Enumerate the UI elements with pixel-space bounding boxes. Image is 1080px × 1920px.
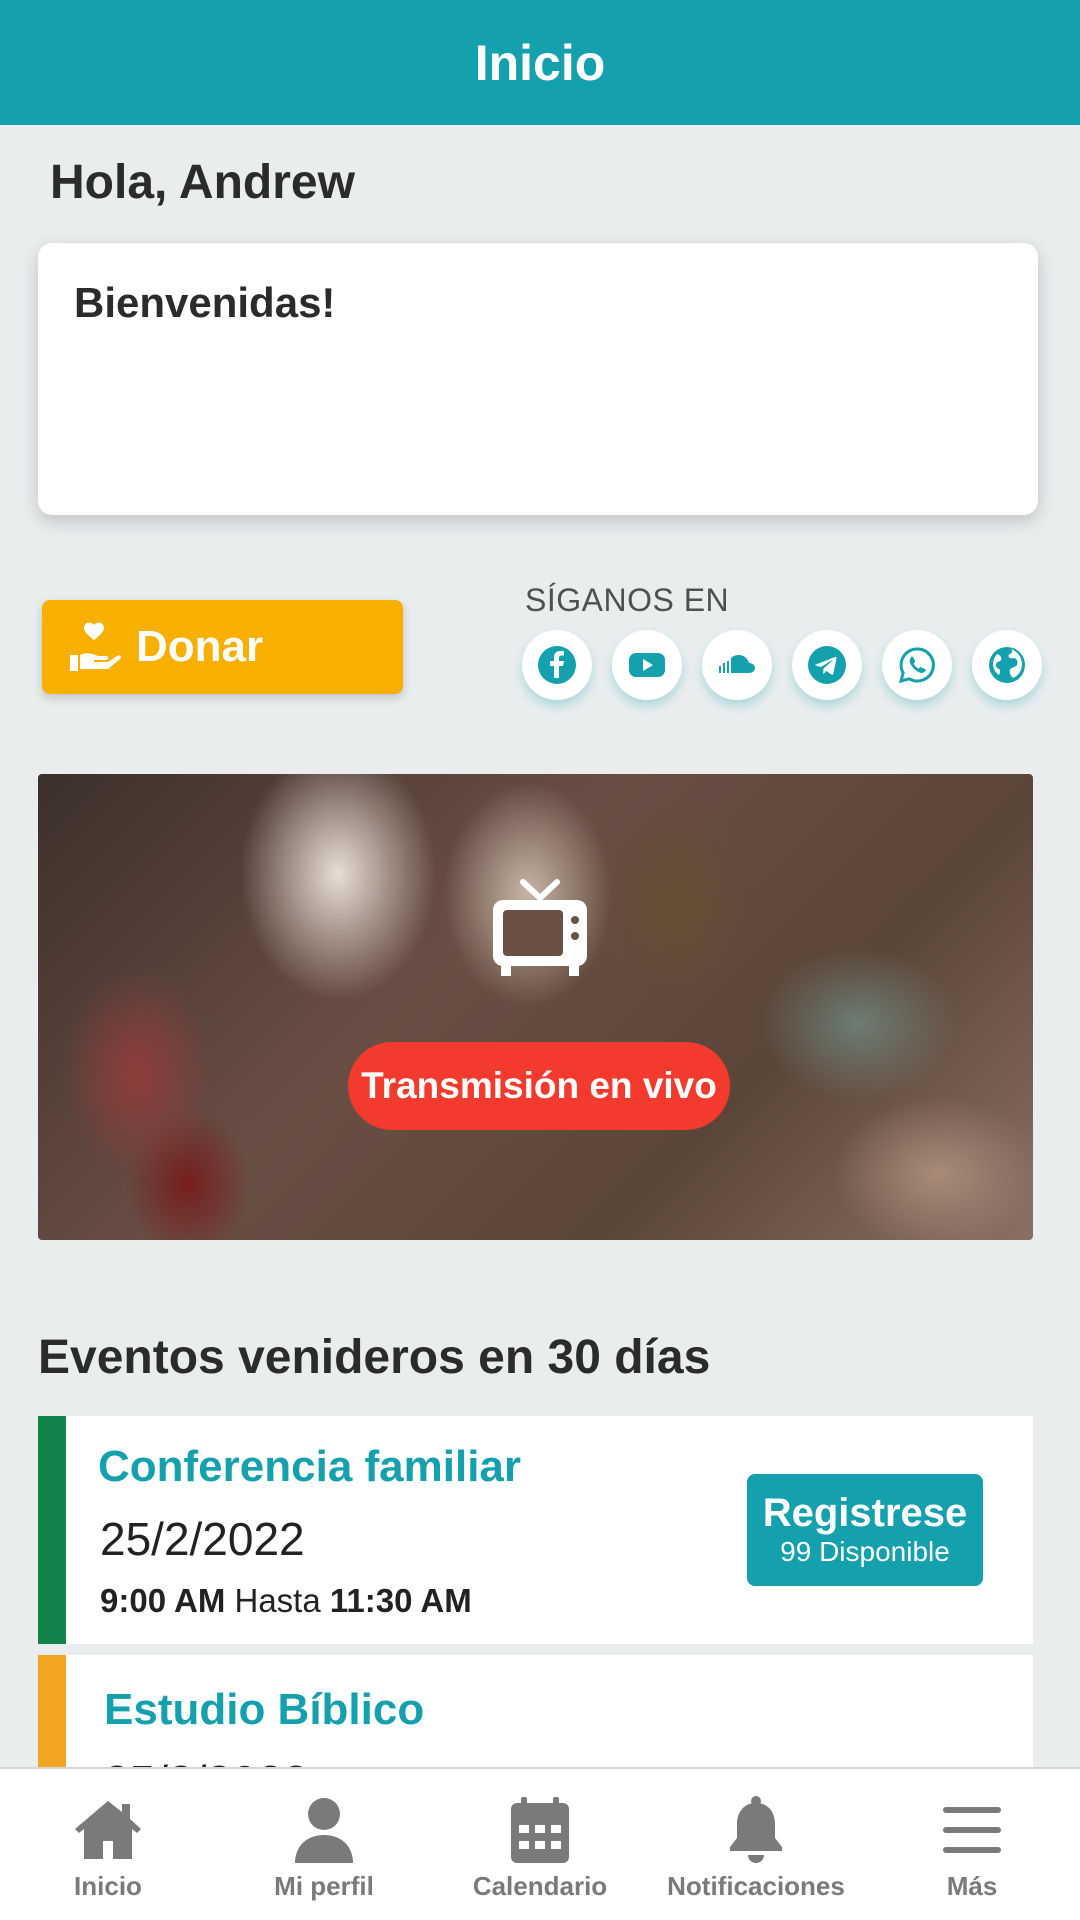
event-color-stripe <box>38 1655 66 1775</box>
user-icon <box>295 1798 353 1863</box>
donate-button[interactable]: Donar <box>42 600 403 694</box>
telegram-icon <box>808 646 846 684</box>
nav-label: Calendario <box>472 1871 608 1901</box>
event-card[interactable]: Estudio Bíblico 25/2/2022 <box>38 1655 1033 1775</box>
soundcloud-icon <box>719 655 755 673</box>
nav-item-inicio[interactable]: Inicio <box>0 1769 216 1920</box>
nav-label: Mi perfil <box>274 1871 374 1901</box>
social-links <box>522 630 1042 700</box>
calendar-icon <box>511 1797 569 1863</box>
nav-item-more[interactable]: Más <box>864 1769 1080 1920</box>
register-button[interactable]: Registrese 99 Disponible <box>747 1474 983 1586</box>
soundcloud-link[interactable] <box>702 630 772 700</box>
event-time: 9:00 AM Hasta 11:30 AM <box>100 1582 472 1620</box>
event-date: 25/2/2022 <box>100 1513 305 1565</box>
tv-icon <box>493 879 587 976</box>
greeting: Hola, Andrew <box>50 156 355 209</box>
youtube-link[interactable] <box>612 630 682 700</box>
event-start-time: 9:00 AM <box>100 1582 226 1619</box>
live-stream-banner[interactable]: Transmisión en vivo <box>38 774 1033 1240</box>
register-label: Registrese <box>762 1491 968 1535</box>
bell-icon <box>730 1796 782 1863</box>
bottom-nav: Inicio Mi perfil Calendario Notificacion… <box>0 1767 1080 1920</box>
youtube-icon <box>629 653 665 677</box>
event-title: Estudio Bíblico <box>104 1685 425 1734</box>
live-stream-button[interactable]: Transmisión en vivo <box>348 1042 730 1130</box>
nav-item-calendar[interactable]: Calendario <box>432 1769 648 1920</box>
hand-heart-icon <box>70 622 121 671</box>
event-time-separator: Hasta <box>234 1582 321 1619</box>
page-title: Inicio <box>474 34 606 91</box>
whatsapp-link[interactable] <box>882 630 952 700</box>
availability-count: 99 Disponible <box>780 1536 950 1567</box>
welcome-card: Bienvenidas! <box>38 243 1038 515</box>
nav-label: Inicio <box>74 1871 142 1901</box>
menu-icon <box>943 1807 1001 1853</box>
globe-icon <box>989 647 1025 683</box>
top-bar: Inicio <box>0 0 1080 125</box>
event-title: Conferencia familiar <box>98 1442 522 1491</box>
nav-label: Más <box>946 1871 998 1901</box>
facebook-icon <box>538 646 576 684</box>
event-end-time: 11:30 AM <box>329 1582 472 1619</box>
nav-item-profile[interactable]: Mi perfil <box>216 1769 432 1920</box>
telegram-link[interactable] <box>792 630 862 700</box>
donate-label: Donar <box>136 622 264 671</box>
nav-item-notifications[interactable]: Notificaciones <box>648 1769 864 1920</box>
follow-label: SÍGANOS EN <box>525 582 730 618</box>
event-color-stripe <box>38 1416 66 1644</box>
website-link[interactable] <box>972 630 1042 700</box>
nav-label: Notificaciones <box>667 1871 845 1901</box>
events-heading: Eventos venideros en 30 días <box>38 1331 711 1384</box>
event-card[interactable]: Conferencia familiar 25/2/2022 9:00 AM H… <box>38 1416 1033 1644</box>
home-icon <box>75 1801 141 1859</box>
welcome-message: Bienvenidas! <box>74 279 336 326</box>
whatsapp-icon <box>898 647 935 684</box>
facebook-link[interactable] <box>522 630 592 700</box>
